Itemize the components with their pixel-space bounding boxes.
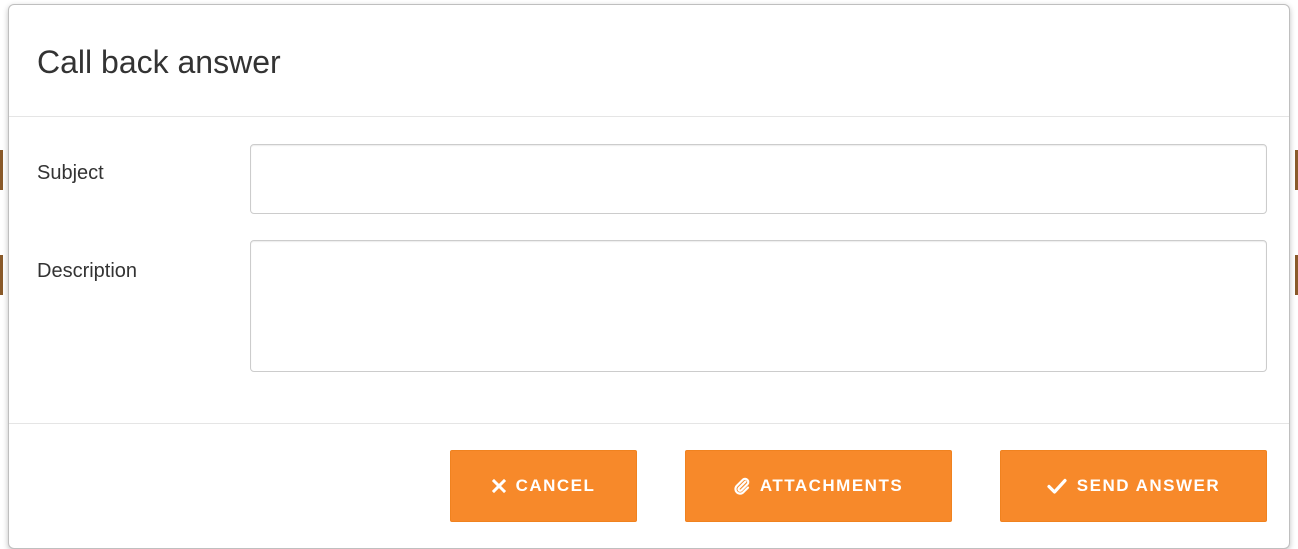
attachments-button-label: ATTACHMENTS [759,476,904,495]
backdrop-edge-left-bottom [0,255,3,295]
send-answer-button-label: SEND ANSWER [1076,476,1221,495]
close-icon [491,479,506,493]
send-answer-button[interactable]: SEND ANSWER [1000,450,1267,522]
dialog-footer: CANCEL ATTACHMENTS SEND ANSWER [9,424,1289,544]
description-textarea[interactable] [250,240,1267,372]
backdrop-edge-left-top [0,150,3,190]
checkmark-icon [1047,478,1067,494]
description-label: Description [37,260,138,282]
call-back-answer-dialog: Call back answer Subject Description CAN… [8,4,1290,549]
subject-label: Subject [37,162,104,184]
paperclip-icon [734,477,750,495]
cancel-button[interactable]: CANCEL [450,450,637,522]
attachments-button[interactable]: ATTACHMENTS [685,450,952,522]
dialog-title: Call back answer [37,44,281,80]
dialog-header: Call back answer [9,5,1289,117]
dialog-body: Subject Description [9,117,1289,424]
subject-input[interactable] [250,144,1267,214]
cancel-button-label: CANCEL [515,476,596,495]
